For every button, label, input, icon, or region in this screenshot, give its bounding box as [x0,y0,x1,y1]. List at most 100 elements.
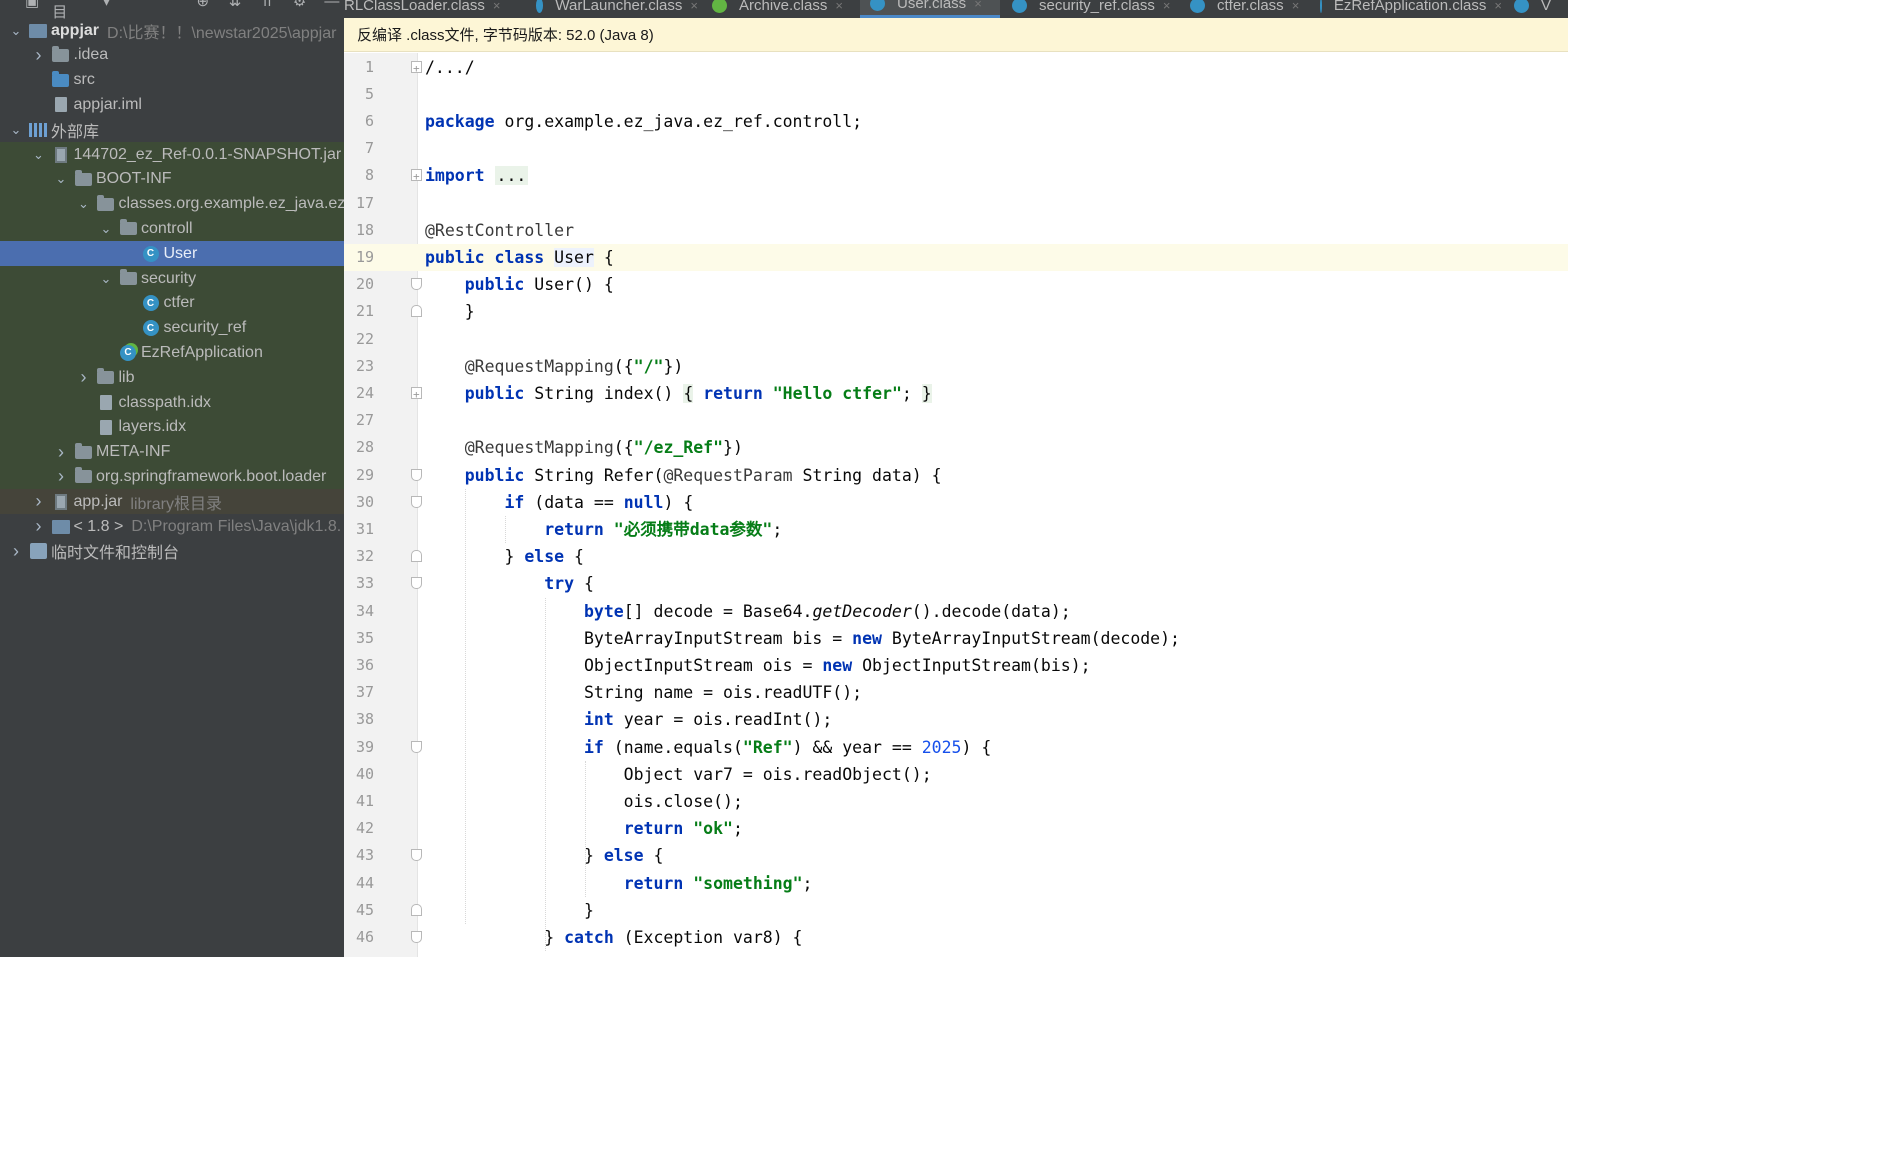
fold-expand-icon[interactable] [411,381,422,408]
close-icon[interactable]: × [493,0,501,13]
hide-icon[interactable]: — [320,0,344,10]
tree-item-classpath-idx[interactable]: ›classpath.idx [0,390,344,415]
fold-collapse-icon[interactable] [411,903,422,916]
tree-item-security[interactable]: ⌄ security [0,266,344,291]
chevron-right-icon[interactable]: › [31,516,47,537]
code-line[interactable]: 33 try { [344,570,1568,597]
close-icon[interactable]: × [1163,0,1171,13]
close-icon[interactable]: × [835,0,843,13]
chevron-right-icon[interactable]: › [53,466,69,487]
code-line[interactable]: 19 public class User { [344,243,1568,271]
tree-item-classes-org-example-ez-java-ez[interactable]: ⌄ classes.org.example.ez_java.ez_ [0,191,344,217]
tab-rlclassloader-class[interactable]: RLClassLoader.class × [344,0,504,18]
code-line[interactable]: 46 } catch (Exception var8) { [344,924,1568,951]
fold-collapse-icon[interactable] [411,849,422,862]
tree-item-org-springframework-boot-loader[interactable]: › org.springframework.boot.loader [0,464,344,490]
chevron-down-icon[interactable]: ⌄ [76,196,92,212]
fold-expand-icon[interactable] [411,163,422,190]
tree-item-meta-inf[interactable]: › META-INF [0,439,344,465]
code-line[interactable]: 27 [344,407,1568,434]
code-line[interactable]: 30 if (data == null) { [344,489,1568,516]
code-line[interactable]: 17 [344,190,1568,217]
code-line[interactable]: 21 } [344,298,1568,325]
close-icon[interactable]: × [1494,0,1502,13]
code-line[interactable]: 29 public String Refer(@RequestParam Str… [344,462,1568,489]
code-line[interactable]: 7 [344,135,1568,162]
code-line[interactable]: 23 @RequestMapping({"/"}) [344,353,1568,380]
tab-archive-class[interactable]: Archive.class × [702,0,856,18]
code-line[interactable]: 34 byte[] decode = Base64.getDecoder().d… [344,598,1568,625]
code-line[interactable]: 32 } else { [344,543,1568,570]
close-icon[interactable]: × [690,0,698,13]
tab-warlauncher-class[interactable]: WarLauncher.class × [526,0,698,18]
settings-gear-icon[interactable]: ⚙ [287,0,311,10]
chevron-right-icon[interactable]: › [76,367,92,388]
code-line[interactable]: 45 } [344,897,1568,924]
chevron-down-icon[interactable]: ⌄ [98,271,114,287]
tree-item-appjar[interactable]: ⌄ appjar D:\比赛！！\newstar2025\appjar [0,18,344,43]
code-line[interactable]: 42 return "ok"; [344,815,1568,842]
close-icon[interactable]: × [1292,0,1300,13]
code-line[interactable]: 38 int year = ois.readInt(); [344,706,1568,733]
code-line[interactable]: 39 if (name.equals("Ref") && year == 202… [344,734,1568,761]
tree-item-ezrefapplication[interactable]: ›CEzRefApplication [0,340,344,366]
tree-item-user[interactable]: ›CUser [0,241,344,267]
tree-item-node[interactable]: ⌄ 外部库 [0,117,344,142]
code-line[interactable]: 31 return "必须携带data参数"; [344,516,1568,543]
chevron-down-icon[interactable]: ⌄ [53,171,69,187]
expand-all-icon[interactable]: ⇈ [255,0,279,10]
chevron-right-icon[interactable]: › [8,541,24,562]
code-line[interactable]: 24 public String index() { return "Hello… [344,380,1568,408]
tree-item-boot-inf[interactable]: ⌄ BOOT-INF [0,166,344,192]
code-line[interactable]: 28 @RequestMapping({"/ez_Ref"}) [344,434,1568,461]
code-line[interactable]: 40 Object var7 = ois.readObject(); [344,761,1568,788]
code-line[interactable]: 5 [344,81,1568,108]
code-line[interactable]: 6 package org.example.ez_java.ez_ref.cont… [344,108,1568,135]
tree-item-node[interactable]: › 临时文件和控制台 [0,539,344,564]
code-line[interactable]: 8 import ... [344,162,1568,190]
fold-collapse-icon[interactable] [411,577,422,590]
fold-collapse-icon[interactable] [411,305,422,318]
tree-item-144702-ez-ref-0-0-1-snapshot-jar[interactable]: ⌄ 144702_ez_Ref-0.0.1-SNAPSHOT.jar [0,142,344,167]
crosshair-icon[interactable]: ⊕ [191,0,215,10]
tab-user-class[interactable]: User.class × [860,0,1000,18]
code-line[interactable]: 18 @RestController [344,217,1568,244]
code-line[interactable]: 36 ObjectInputStream ois = new ObjectInp… [344,652,1568,679]
fold-expand-icon[interactable] [411,55,422,82]
tree-item-appjar-iml[interactable]: ›appjar.iml [0,92,344,117]
tab-ctfer-class[interactable]: ctfer.class × [1180,0,1308,18]
code-line[interactable]: 43 } else { [344,842,1568,869]
code-line[interactable]: 20 public User() { [344,271,1568,298]
code-line[interactable]: 35 ByteArrayInputStream bis = new ByteAr… [344,625,1568,652]
project-view-icon[interactable]: ▣ [20,0,44,10]
chevron-right-icon[interactable]: › [31,491,47,512]
fold-collapse-icon[interactable] [411,550,422,563]
fold-collapse-icon[interactable] [411,468,422,481]
tree-item-src[interactable]: ›src [0,68,344,93]
chevron-right-icon[interactable]: › [53,442,69,463]
close-icon[interactable]: × [974,0,982,11]
tree-item-controll[interactable]: ⌄ controll [0,216,344,242]
chevron-down-icon[interactable]: ⌄ [98,221,114,237]
dropdown-arrow-icon[interactable]: ▾ [94,0,118,10]
fold-collapse-icon[interactable] [411,495,422,508]
chevron-down-icon[interactable]: ⌄ [31,147,47,163]
code-line[interactable]: 44 return "something"; [344,870,1568,897]
tree-item-ctfer[interactable]: ›Cctfer [0,290,344,316]
collapse-all-icon[interactable]: ⇊ [223,0,247,10]
chevron-down-icon[interactable]: ⌄ [8,122,24,138]
code-line[interactable]: 22 [344,326,1568,353]
tree-item-1-8[interactable]: › < 1.8 > D:\Program Files\Java\jdk1.8. [0,514,344,539]
chevron-down-icon[interactable]: ⌄ [8,23,24,39]
fold-collapse-icon[interactable] [411,278,422,291]
tree-item-idea[interactable]: › .idea [0,43,344,68]
chevron-right-icon[interactable]: › [31,45,47,66]
fold-collapse-icon[interactable] [411,930,422,943]
code-line[interactable]: 41 ois.close(); [344,788,1568,815]
tree-item-security-ref[interactable]: ›Csecurity_ref [0,315,344,341]
code-line[interactable]: 37 String name = ois.readUTF(); [344,679,1568,706]
tab-v[interactable]: V [1504,0,1568,18]
tree-item-layers-idx[interactable]: ›layers.idx [0,414,344,440]
tab-security-ref-class[interactable]: security_ref.class × [1002,0,1178,18]
fold-collapse-icon[interactable] [411,740,422,753]
